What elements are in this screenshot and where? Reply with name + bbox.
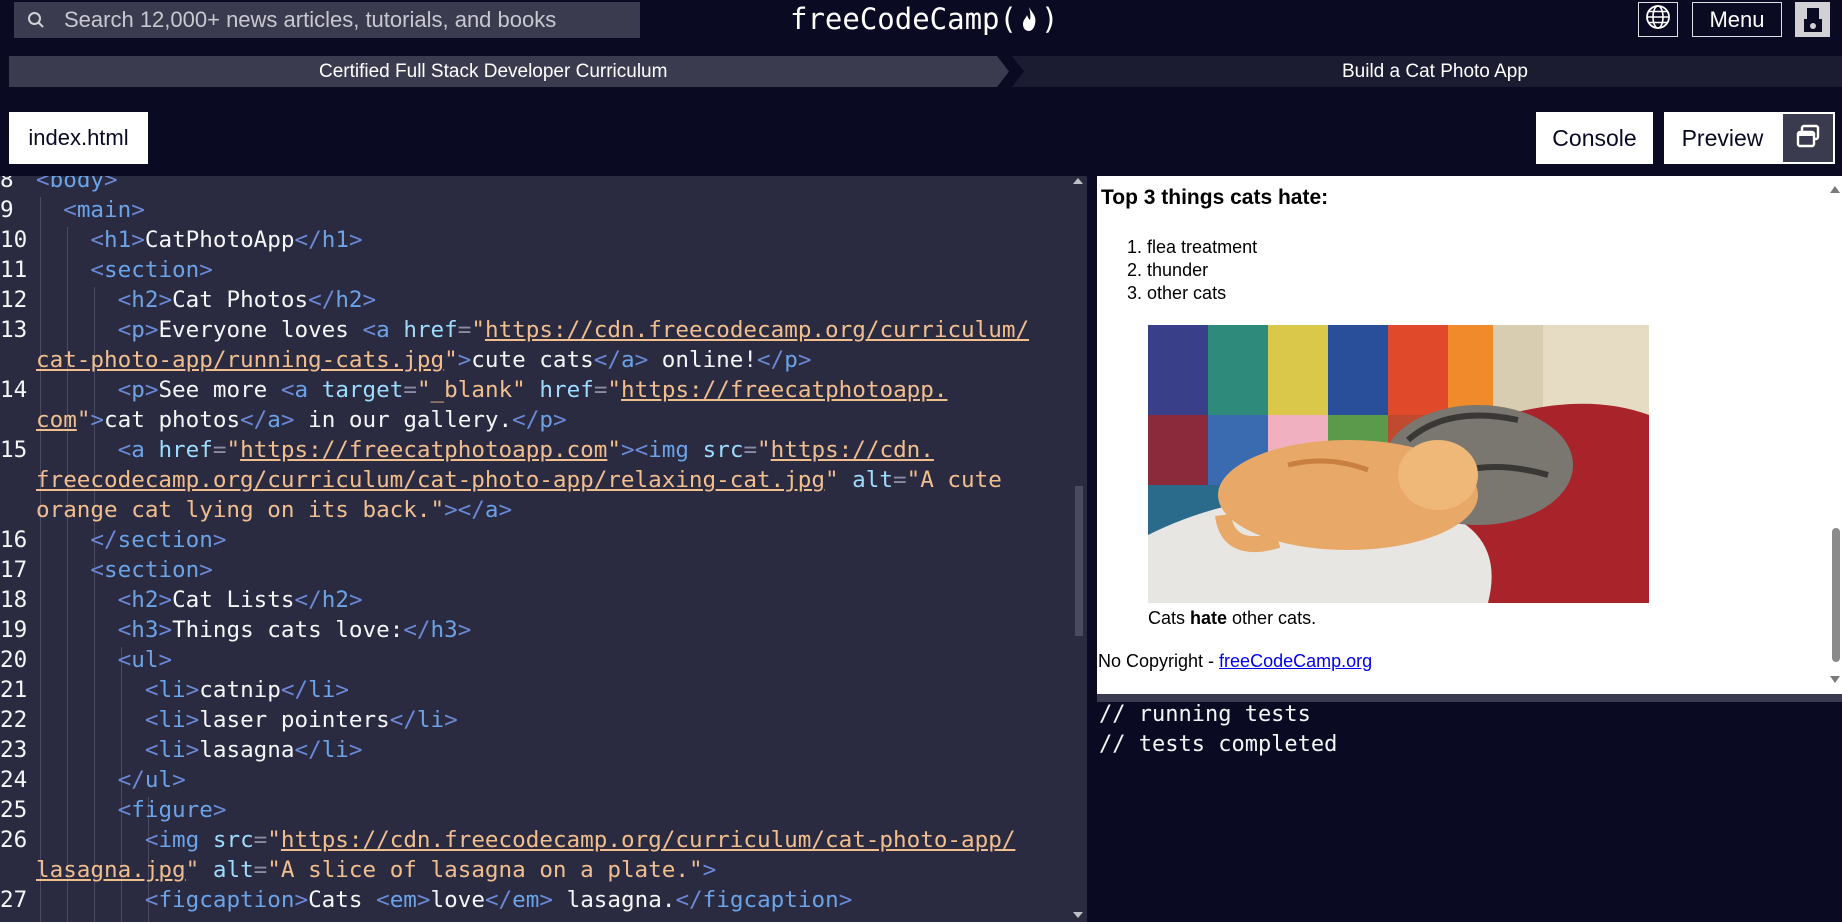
breadcrumb-curriculum[interactable]: Certified Full Stack Developer Curriculu… — [9, 56, 1009, 87]
user-avatar[interactable] — [1795, 2, 1830, 37]
code-text: <section> — [90, 557, 213, 583]
search-icon — [22, 2, 50, 38]
logo-paren-open: ( — [999, 2, 1017, 36]
code-text: <p>Everyone loves <a href="https://cdn.f… — [117, 317, 1030, 343]
code-text: com">cat photos</a> in our gallery.</p> — [36, 407, 567, 433]
code-text: <figcaption>Cats <em>love</em> lasagna.<… — [144, 887, 853, 913]
console-output: // running tests // tests completed — [1097, 702, 1842, 924]
line-number: 16 — [0, 527, 28, 553]
editor-scroll-down-arrow-icon[interactable] — [1073, 912, 1083, 918]
preview-hate-list: 1. flea treatment 2. thunder 3. other ca… — [1127, 237, 1257, 306]
line-number: 22 — [0, 707, 28, 733]
breadcrumb: Certified Full Stack Developer Curriculu… — [9, 56, 1842, 87]
line-number: 20 — [0, 647, 28, 673]
preview-console-divider[interactable] — [1097, 694, 1842, 702]
code-text: orange cat lying on its back."></a> — [36, 497, 513, 523]
code-text: <li>lasagna</li> — [144, 737, 363, 763]
code-text: cat-photo-app/running-cats.jpg">cute cat… — [36, 347, 812, 373]
preview-scroll-down-arrow-icon[interactable] — [1830, 676, 1840, 683]
code-text: <h2>Cat Lists</h2> — [117, 587, 363, 613]
code-text: <section> — [90, 257, 213, 283]
line-number: 9 — [0, 197, 14, 223]
line-number: 19 — [0, 617, 28, 643]
line-number: 21 — [0, 677, 28, 703]
list-item: 2. thunder — [1127, 260, 1257, 283]
code-text: lasagna.jpg" alt="A slice of lasagna on … — [36, 857, 717, 883]
line-number: 27 — [0, 887, 28, 913]
list-item-text: thunder — [1147, 260, 1209, 280]
footer-text: No Copyright - — [1098, 651, 1220, 671]
preview-scroll-up-arrow-icon[interactable] — [1830, 186, 1840, 193]
code-text: <figure> — [117, 797, 227, 823]
preview-scrollbar-thumb[interactable] — [1832, 528, 1840, 662]
list-item: 3. other cats — [1127, 283, 1257, 306]
menu-button[interactable]: Menu — [1692, 2, 1782, 37]
search-input[interactable] — [50, 2, 640, 38]
console-line: // running tests — [1099, 702, 1311, 727]
code-text: <a href="https://freecatphotoapp.com"><i… — [117, 437, 934, 463]
top-navigation: freeCodeCamp() Menu — [0, 0, 1842, 44]
code-text: <h2>Cat Photos</h2> — [117, 287, 377, 313]
list-marker: 3. — [1127, 283, 1143, 303]
line-number: 14 — [0, 377, 28, 403]
preview-popout-button[interactable] — [1781, 112, 1835, 164]
list-item: 1. flea treatment — [1127, 237, 1257, 260]
editor-scrollbar-thumb[interactable] — [1075, 486, 1083, 636]
line-number: 13 — [0, 317, 28, 343]
preview-footer: No Copyright - freeCodeCamp.org — [1098, 651, 1372, 672]
console-line: // tests completed — [1099, 732, 1338, 757]
line-number: 25 — [0, 797, 28, 823]
line-number: 17 — [0, 557, 28, 583]
line-number: 11 — [0, 257, 28, 283]
list-item-text: flea treatment — [1147, 237, 1258, 257]
line-number: 24 — [0, 767, 28, 793]
preview-figcaption: Cats hate other cats. — [1148, 608, 1316, 629]
flame-icon — [1018, 4, 1040, 34]
line-number: 18 — [0, 587, 28, 613]
preview-button[interactable]: Preview — [1664, 112, 1781, 164]
caption-start: Cats — [1148, 608, 1191, 628]
line-number: 26 — [0, 827, 28, 853]
list-marker: 1. — [1127, 237, 1143, 257]
logo-paren-close: ) — [1040, 2, 1059, 36]
code-text: <img src="https://cdn.freecodecamp.org/c… — [144, 827, 1016, 853]
code-text: <ul> — [117, 647, 173, 673]
line-number: 15 — [0, 437, 28, 463]
pane-divider[interactable] — [1087, 176, 1097, 924]
language-button[interactable] — [1638, 2, 1678, 37]
list-item-text: other cats — [1147, 283, 1227, 303]
code-editor[interactable]: 8 <body> 9 <main> 10 <h1>CatPhotoApp</h1> 11… — [0, 176, 1087, 924]
code-text: <p>See more <a target="_blank" href="htt… — [117, 377, 948, 403]
line-number: 23 — [0, 737, 28, 763]
code-text: <h3>Things cats love:</h3> — [117, 617, 472, 643]
code-text: <h1>CatPhotoApp</h1> — [90, 227, 363, 253]
line-number: 10 — [0, 227, 28, 253]
list-marker: 2. — [1127, 260, 1143, 280]
search-bar[interactable] — [14, 2, 640, 38]
code-text: freecodecamp.org/curriculum/cat-photo-ap… — [36, 467, 1002, 493]
caption-end: other cats. — [1227, 608, 1317, 628]
code-text: <main> — [63, 197, 145, 223]
console-button[interactable]: Console — [1536, 112, 1653, 164]
code-text: </ul> — [117, 767, 186, 793]
code-text: <li>laser pointers</li> — [144, 707, 458, 733]
footer-link[interactable]: freeCodeCamp.org — [1219, 651, 1372, 671]
logo-text: freeCodeCamp — [790, 2, 1000, 36]
code-text: <body> — [36, 176, 118, 193]
tab-index-html[interactable]: index.html — [9, 112, 148, 164]
code-text: </section> — [90, 527, 227, 553]
breadcrumb-curriculum-label: Certified Full Stack Developer Curriculu… — [319, 60, 668, 82]
popout-window-icon — [1795, 124, 1821, 153]
code-text: <li>catnip</li> — [144, 677, 349, 703]
editor-scroll-up-arrow-icon[interactable] — [1073, 178, 1083, 184]
sleeping-cats-image — [1148, 325, 1649, 603]
preview-heading: Top 3 things cats hate: — [1101, 186, 1329, 209]
globe-icon — [1645, 4, 1671, 35]
line-number: 8 — [0, 176, 14, 193]
freecodecamp-logo[interactable]: freeCodeCamp() — [790, 0, 1058, 38]
line-number: 12 — [0, 287, 28, 313]
breadcrumb-project[interactable]: Build a Cat Photo App — [1012, 56, 1842, 87]
caption-bold: hate — [1190, 608, 1228, 628]
breadcrumb-project-label: Build a Cat Photo App — [1342, 60, 1528, 82]
